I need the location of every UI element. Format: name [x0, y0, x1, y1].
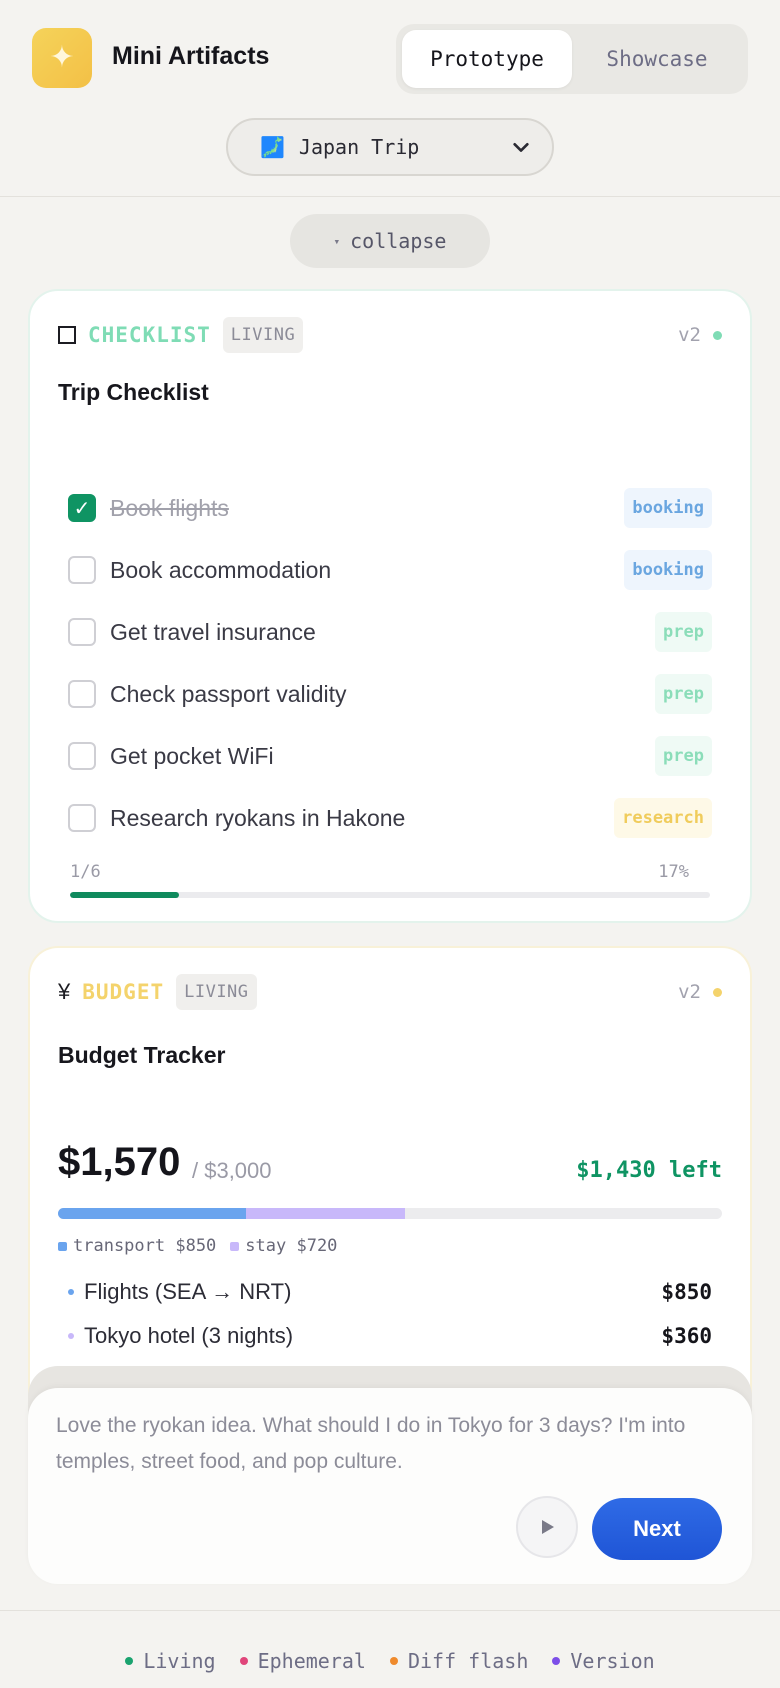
budget-segment-stay — [246, 1208, 406, 1219]
yen-icon: ¥ — [58, 979, 71, 1004]
checklist-item-label: Research ryokans in Hakone — [110, 804, 406, 831]
dot-icon — [125, 1657, 134, 1665]
legend-label: stay $720 — [245, 1236, 338, 1256]
app-title: Mini Artifacts — [112, 42, 270, 70]
expense-amount: $850 — [661, 1280, 712, 1304]
living-tag: LIVING — [176, 974, 257, 1010]
legend-label: Ephemeral — [257, 1649, 366, 1673]
mode-toggle: Prototype Showcase — [396, 24, 748, 94]
budget-card-header: ¥ BUDGET LIVING v2 — [58, 972, 722, 1012]
sparkle-icon: ✦ — [49, 40, 75, 75]
project-select[interactable]: 🗾 Japan Trip — [226, 118, 554, 176]
caret-down-icon: ▾ — [333, 234, 341, 248]
legend-item-stay: stay $720 — [230, 1236, 337, 1256]
play-button[interactable] — [516, 1496, 578, 1558]
progress-fill — [70, 892, 179, 898]
checklist-card-header: CHECKLIST LIVING v2 — [58, 315, 722, 355]
budget-bar — [58, 1208, 722, 1219]
swatch-icon — [58, 1241, 67, 1251]
legend-version: Version — [552, 1649, 655, 1673]
card-title: Budget Tracker — [58, 1042, 226, 1068]
card-kind-label: BUDGET — [82, 980, 165, 1004]
category-tag: booking — [624, 550, 712, 590]
dot-icon — [389, 1657, 398, 1665]
expense-amount: $360 — [661, 1324, 712, 1348]
category-tag: prep — [655, 736, 712, 776]
checkbox-checked[interactable]: ✓ — [68, 494, 96, 522]
checklist-progress-labels: 1/6 17% — [70, 862, 689, 882]
legend-label: Living — [143, 1649, 216, 1673]
legend-label: Diff flash — [407, 1649, 529, 1673]
bullet-icon — [68, 1289, 74, 1295]
legend-diff-flash: Diff flash — [389, 1649, 529, 1673]
message-composer: Love the ryokan idea. What should I do i… — [28, 1388, 752, 1584]
living-tag: LIVING — [222, 317, 304, 353]
checkbox[interactable] — [68, 556, 96, 584]
checklist-item-label: Book flights — [110, 494, 229, 521]
category-tag: booking — [624, 488, 712, 528]
category-tag: prep — [655, 612, 712, 652]
message-text[interactable]: Love the ryokan idea. What should I do i… — [56, 1408, 716, 1480]
checkbox[interactable] — [68, 804, 96, 832]
dot-icon — [239, 1657, 248, 1665]
legend-item-transport: transport $850 — [58, 1236, 216, 1256]
checkbox[interactable] — [68, 680, 96, 708]
expense-row: Flights (SEA → NRT) $850 — [68, 1274, 712, 1310]
next-button[interactable]: Next — [592, 1498, 722, 1560]
expense-label: Tokyo hotel (3 nights) — [84, 1323, 294, 1348]
budget-remaining: $1,430 left — [576, 1158, 722, 1183]
category-tag: prep — [655, 674, 712, 714]
version-indicator: v2 — [678, 324, 722, 346]
checklist-item[interactable]: Check passport validity prep — [68, 669, 712, 719]
bullet-icon — [68, 1333, 74, 1339]
swatch-icon — [230, 1241, 240, 1251]
category-tag: research — [614, 798, 712, 838]
checklist-item[interactable]: Get travel insurance prep — [68, 607, 712, 657]
budget-legend: transport $850 stay $720 — [58, 1236, 337, 1256]
living-dot-icon — [713, 987, 722, 997]
mode-showcase-button[interactable]: Showcase — [572, 30, 742, 88]
mode-prototype-button[interactable]: Prototype — [402, 30, 572, 88]
checklist-item[interactable]: Research ryokans in Hakone research — [68, 793, 712, 843]
budget-segment-transport — [58, 1208, 247, 1219]
play-icon — [542, 1520, 554, 1534]
card-title: Trip Checklist — [58, 379, 209, 405]
checklist-item-label: Check passport validity — [110, 680, 347, 707]
expense-row: Tokyo hotel (3 nights) $360 — [68, 1318, 712, 1354]
project-name: Japan Trip — [298, 135, 420, 159]
dot-icon — [552, 1657, 561, 1665]
version-label: v2 — [678, 981, 701, 1003]
checkbox[interactable] — [68, 742, 96, 770]
app-header: ✦ Mini Artifacts Prototype Showcase 🗾 Ja… — [0, 0, 780, 197]
legend-label: transport $850 — [73, 1236, 217, 1256]
expense-label: Flights (SEA → NRT) — [84, 1279, 292, 1304]
checklist-item[interactable]: ✓ Book flights booking — [68, 483, 712, 533]
status-legend-footer: Living Ephemeral Diff flash Version — [0, 1610, 780, 1688]
legend-ephemeral: Ephemeral — [239, 1649, 366, 1673]
checklist-item-label: Get travel insurance — [110, 618, 316, 645]
checklist-item[interactable]: Book accommodation booking — [68, 545, 712, 595]
version-indicator: v2 — [678, 981, 722, 1003]
status-legend: Living Ephemeral Diff flash Version — [0, 1649, 780, 1673]
legend-label: Version — [570, 1649, 655, 1673]
progress-count: 1/6 — [70, 862, 101, 882]
chevron-down-icon — [513, 142, 529, 152]
collapse-button[interactable]: ▾ collapse — [290, 214, 490, 268]
collapse-label: collapse — [350, 229, 447, 253]
checklist-item-label: Get pocket WiFi — [110, 742, 274, 769]
checklist-item[interactable]: Get pocket WiFi prep — [68, 731, 712, 781]
budget-total: / $3,000 — [192, 1158, 272, 1183]
checklist-progress-bar — [70, 892, 710, 898]
checkbox[interactable] — [68, 618, 96, 646]
legend-living: Living — [125, 1649, 216, 1673]
living-dot-icon — [713, 330, 722, 340]
card-kind-label: CHECKLIST — [88, 323, 211, 347]
checkbox-outline-icon — [58, 326, 76, 344]
checklist-item-label: Book accommodation — [110, 556, 332, 583]
budget-spent: $1,570 — [58, 1140, 181, 1184]
app-logo: ✦ — [32, 28, 92, 88]
japan-map-icon: 🗾 — [260, 135, 285, 159]
version-label: v2 — [678, 324, 701, 346]
progress-percent: 17% — [658, 862, 689, 882]
